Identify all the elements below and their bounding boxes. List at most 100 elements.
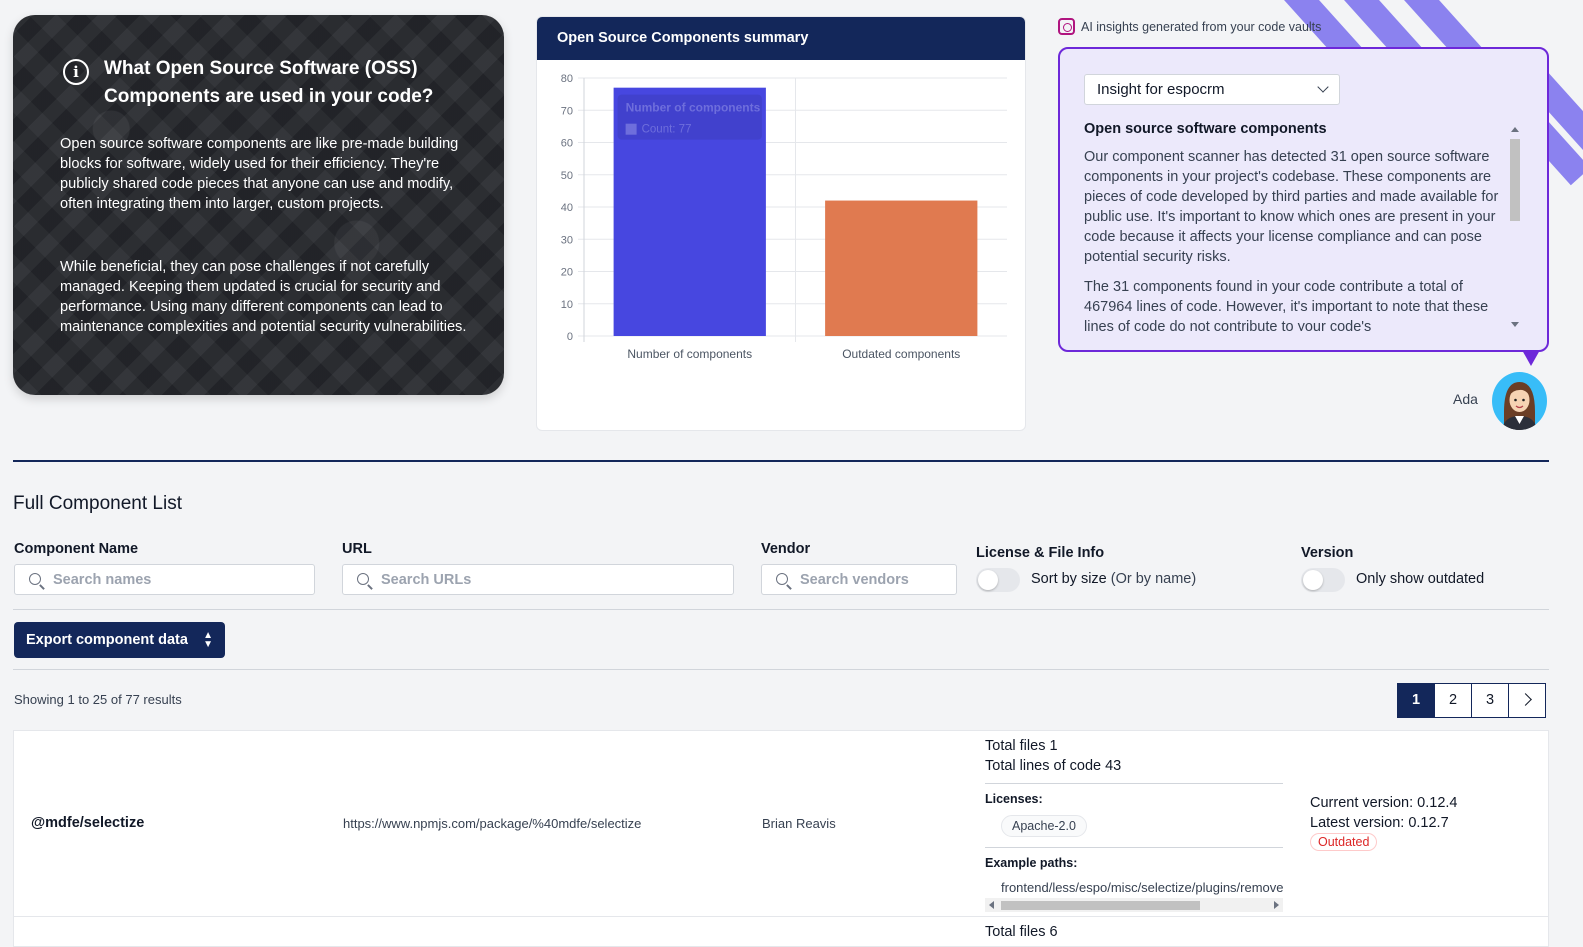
results-to: 25: [92, 692, 108, 707]
ai-insights-text: AI insights generated from your code vau…: [1081, 19, 1322, 34]
results-total: 77: [125, 692, 140, 707]
export-divider: [13, 669, 1549, 670]
sort-by-name-hint: (Or by name): [1110, 571, 1197, 587]
info-icon: i: [63, 59, 89, 85]
scrollbar-thumb[interactable]: [1001, 901, 1200, 910]
only-outdated-toggle[interactable]: [1301, 568, 1345, 592]
component-vendor: Brian Reavis: [762, 816, 836, 831]
page-button-3[interactable]: 3: [1471, 683, 1509, 718]
results-to-word: to: [74, 692, 93, 707]
license-pill: Apache-2.0: [1001, 815, 1087, 837]
export-component-data-button[interactable]: Export component data ▲ ▼: [14, 622, 225, 658]
insight-project-select[interactable]: Insight for espocrm: [1084, 74, 1340, 105]
filters-divider: [13, 609, 1549, 610]
oss-card-title: What Open Source Software (OSS) Componen…: [104, 58, 434, 107]
page-button-1[interactable]: 1: [1397, 683, 1435, 718]
example-paths-box[interactable]: frontend/less/espo/misc/selectize/plugin…: [985, 876, 1283, 912]
bar-outdated-components: [825, 200, 978, 336]
insight-panel: Insight for espocrm Open source software…: [1058, 47, 1549, 352]
y-tick-label: 50: [561, 170, 573, 182]
insight-select-value: Insight for espocrm: [1097, 81, 1225, 98]
scroll-up-icon[interactable]: [1511, 127, 1519, 132]
version-label: Version: [1301, 545, 1354, 561]
sort-by-size-label: Sort by size (Or by name): [1031, 571, 1196, 587]
outdated-badge: Outdated: [1310, 833, 1378, 851]
component-name-label: Component Name: [14, 541, 139, 557]
scroll-left-icon[interactable]: [989, 901, 994, 909]
insight-paragraph: Our component scanner has detected 31 op…: [1084, 149, 1499, 265]
info-divider: [985, 783, 1283, 784]
section-divider: [13, 460, 1549, 462]
insight-paragraph: The 31 components found in your code con…: [1084, 279, 1489, 331]
y-tick-label: 20: [561, 267, 573, 279]
tooltip-swatch: [625, 123, 637, 135]
results-summary: Showing 1 to 25 of 77 results: [14, 692, 182, 707]
chart-header: Open Source Components summary: [537, 17, 1025, 60]
assistant-avatar: [1492, 372, 1547, 430]
vendor-label: Vendor: [761, 541, 811, 557]
next-page-button[interactable]: [1508, 683, 1546, 718]
y-tick-label: 70: [561, 105, 573, 117]
current-version: Current version: 0.12.4: [1310, 795, 1458, 811]
y-tick-label: 0: [567, 331, 573, 343]
component-name: @mdfe/selectize: [31, 815, 145, 831]
results-suffix: results: [139, 692, 182, 707]
speech-bubble-tail: [1522, 350, 1540, 366]
component-list-title: Full Component List: [13, 493, 182, 514]
insight-scrollbar[interactable]: [1508, 123, 1521, 329]
sort-by-size-text: Sort by size: [1031, 571, 1107, 587]
url-search[interactable]: [342, 564, 734, 595]
search-icon: [29, 573, 41, 585]
oss-info-card: i What Open Source Software (OSS) Compon…: [13, 15, 504, 395]
ai-insights-label: AI insights generated from your code vau…: [1058, 18, 1321, 35]
chevron-right-icon: [1519, 693, 1532, 706]
component-table: @mdfe/selectize https://www.npmjs.com/pa…: [13, 730, 1549, 947]
tooltip-label: Count: 77: [642, 124, 692, 136]
total-files: Total files 1: [985, 738, 1058, 754]
components-bar-chart: 0 10 20 30 40 50 60 70 80 Number of components Out…: [561, 73, 1007, 361]
search-icon: [357, 573, 369, 585]
licenses-label: Licenses:: [985, 792, 1043, 806]
search-icon: [776, 573, 788, 585]
results-of-word: of: [107, 692, 126, 707]
scroll-right-icon[interactable]: [1274, 901, 1279, 909]
vendor-input[interactable]: [800, 565, 950, 594]
page-button-2[interactable]: 2: [1434, 683, 1472, 718]
y-tick-label: 60: [561, 138, 573, 150]
example-path: frontend/less/espo/misc/selectize/plugin…: [1001, 880, 1283, 895]
only-outdated-label: Only show outdated: [1356, 571, 1485, 587]
insight-heading: Open source software components: [1084, 121, 1327, 137]
y-tick-label: 10: [561, 299, 573, 311]
assistant-name: Ada: [1453, 391, 1478, 407]
y-tick-label: 40: [561, 202, 573, 214]
chevron-down-icon: [1317, 81, 1329, 93]
insight-content[interactable]: Open source software components Our comp…: [1084, 121, 1499, 331]
ai-sparkle-icon: [1058, 18, 1075, 35]
paths-scrollbar[interactable]: [985, 898, 1283, 912]
latest-version: Latest version: 0.12.7: [1310, 815, 1449, 831]
component-name-input[interactable]: [53, 565, 308, 594]
total-files: Total files 6: [985, 924, 1058, 940]
url-label: URL: [342, 541, 372, 557]
pagination: 1 2 3: [1397, 683, 1546, 718]
x-tick-label: Outdated components: [842, 347, 960, 361]
table-row: @mdfe/selectize https://www.npmjs.com/pa…: [14, 731, 1548, 917]
component-url[interactable]: https://www.npmjs.com/package/%40mdfe/se…: [343, 816, 641, 831]
results-from: 1: [67, 692, 75, 707]
scroll-down-icon[interactable]: [1511, 322, 1519, 327]
url-input[interactable]: [381, 565, 727, 594]
scrollbar-thumb[interactable]: [1510, 139, 1520, 221]
component-name-search[interactable]: [14, 564, 315, 595]
info-divider: [985, 847, 1283, 848]
vendor-search[interactable]: [761, 564, 957, 595]
y-tick-label: 30: [561, 234, 573, 246]
oss-card-paragraph: Open source software components are like…: [60, 136, 459, 212]
x-tick-label: Number of components: [627, 347, 752, 361]
export-button-label: Export component data: [26, 632, 188, 648]
sort-by-size-toggle[interactable]: [976, 568, 1020, 592]
tooltip-title: Number of components: [626, 101, 761, 115]
chevron-up-down-icon: ▲ ▼: [203, 630, 213, 650]
version-info: Current version: 0.12.4 Latest version: …: [1310, 793, 1458, 833]
total-lines: Total lines of code 43: [985, 758, 1122, 774]
y-tick-label: 80: [561, 73, 573, 85]
